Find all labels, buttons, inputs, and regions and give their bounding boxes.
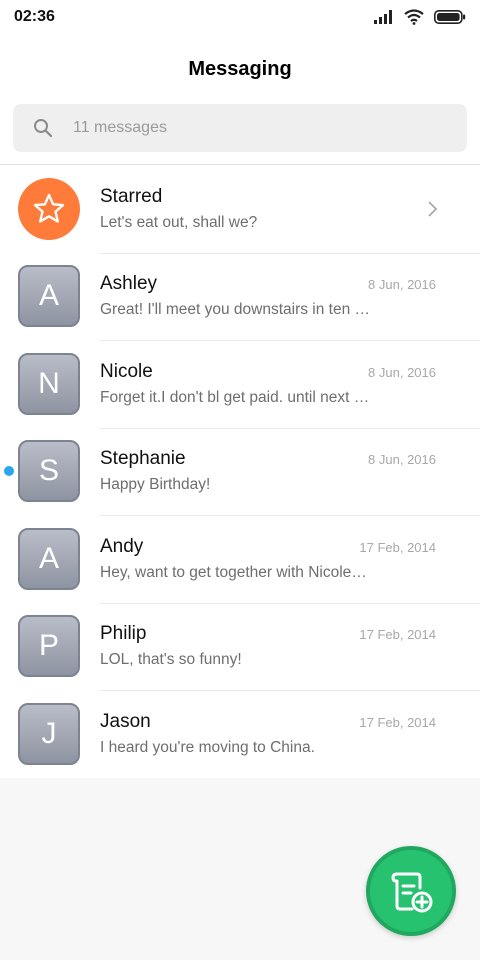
conversation-row[interactable]: A Ashley 8 Jun, 2016 Great! I'll meet yo… — [0, 252, 480, 341]
chevron-right-icon — [428, 201, 438, 217]
avatar: P — [18, 615, 80, 678]
contact-name: Ashley — [100, 273, 158, 295]
battery-icon — [434, 10, 466, 24]
message-preview: I heard you're moving to China. — [100, 738, 315, 756]
conversation-list: Starred Let's eat out, shall we? A Ashle… — [0, 165, 480, 778]
conversation-row[interactable]: J Jason 17 Feb, 2014 I heard you're movi… — [0, 690, 480, 778]
row-content: Andy 17 Feb, 2014 Hey, want to get toget… — [100, 536, 480, 582]
status-time: 02:36 — [14, 8, 55, 25]
message-date: 17 Feb, 2014 — [359, 539, 436, 555]
search-wrap: 11 messages — [0, 104, 480, 164]
conversation-row[interactable]: N Nicole 8 Jun, 2016 Forget it.I don't b… — [0, 340, 480, 428]
avatar: A — [18, 265, 80, 328]
avatar-wrap: J — [0, 690, 100, 778]
message-date: 8 Jun, 2016 — [368, 277, 436, 293]
avatar-wrap: N — [0, 340, 100, 428]
status-icons — [374, 9, 466, 25]
avatar: S — [18, 440, 80, 503]
avatar: J — [18, 702, 80, 765]
avatar-wrap: A — [0, 253, 100, 341]
starred-row[interactable]: Starred Let's eat out, shall we? — [0, 165, 480, 253]
search-icon — [33, 118, 53, 138]
avatar-wrap: P — [0, 603, 100, 691]
avatar: A — [18, 527, 80, 590]
conversation-row[interactable]: S Stephanie 8 Jun, 2016 Happy Birthday! — [0, 427, 480, 516]
row-header: Stephanie 8 Jun, 2016 — [100, 448, 436, 470]
wifi-icon — [404, 9, 424, 25]
message-preview: Happy Birthday! — [100, 476, 211, 494]
message-preview: Forget it.I don't bl get paid. until nex… — [100, 388, 370, 406]
message-preview: Hey, want to get together with Nicole… — [100, 563, 367, 581]
row-content: Philip 17 Feb, 2014 LOL, that's so funny… — [100, 623, 480, 669]
message-date: 8 Jun, 2016 — [368, 364, 436, 380]
star-icon — [33, 193, 65, 223]
status-bar: 02:36 — [0, 0, 480, 34]
contact-name: Andy — [100, 535, 144, 557]
message-preview: LOL, that's so funny! — [100, 651, 242, 669]
signal-icon — [374, 10, 392, 24]
page-title: Messaging — [188, 57, 292, 80]
row-header: Philip 17 Feb, 2014 — [100, 623, 436, 645]
row-header: Jason 17 Feb, 2014 — [100, 711, 436, 733]
row-content: Stephanie 8 Jun, 2016 Happy Birthday! — [100, 448, 480, 494]
new-message-button[interactable] — [366, 846, 456, 936]
search-placeholder: 11 messages — [73, 119, 167, 136]
new-message-icon — [391, 872, 433, 913]
avatar: N — [18, 352, 80, 415]
contact-name: Jason — [100, 710, 151, 732]
message-date: 8 Jun, 2016 — [368, 452, 436, 468]
avatar — [18, 177, 80, 240]
message-date: 17 Feb, 2014 — [359, 627, 436, 643]
row-header: Ashley 8 Jun, 2016 — [100, 273, 436, 295]
row-content: Ashley 8 Jun, 2016 Great! I'll meet you … — [100, 273, 480, 319]
row-header: Nicole 8 Jun, 2016 — [100, 361, 436, 383]
message-preview: Let's eat out, shall we? — [100, 213, 258, 231]
contact-name: Philip — [100, 623, 147, 645]
conversation-row[interactable]: A Andy 17 Feb, 2014 Hey, want to get tog… — [0, 515, 480, 603]
row-header: Starred — [100, 186, 436, 208]
row-header: Andy 17 Feb, 2014 — [100, 536, 436, 558]
contact-name: Starred — [100, 185, 163, 207]
row-content: Jason 17 Feb, 2014 I heard you're moving… — [100, 711, 480, 757]
message-preview: Great! I'll meet you downstairs in ten … — [100, 301, 371, 319]
top-area: 02:36 Messaging 11 messages — [0, 0, 480, 165]
avatar-wrap — [0, 165, 100, 253]
avatar-wrap: A — [0, 515, 100, 603]
message-date: 17 Feb, 2014 — [359, 714, 436, 730]
conversation-row[interactable]: P Philip 17 Feb, 2014 LOL, that's so fun… — [0, 602, 480, 691]
avatar-wrap: S — [0, 428, 100, 516]
unread-indicator — [4, 466, 14, 477]
search-input[interactable]: 11 messages — [13, 104, 467, 152]
contact-name: Stephanie — [100, 448, 186, 470]
contact-name: Nicole — [100, 360, 153, 382]
row-content: Nicole 8 Jun, 2016 Forget it.I don't bl … — [100, 361, 480, 407]
